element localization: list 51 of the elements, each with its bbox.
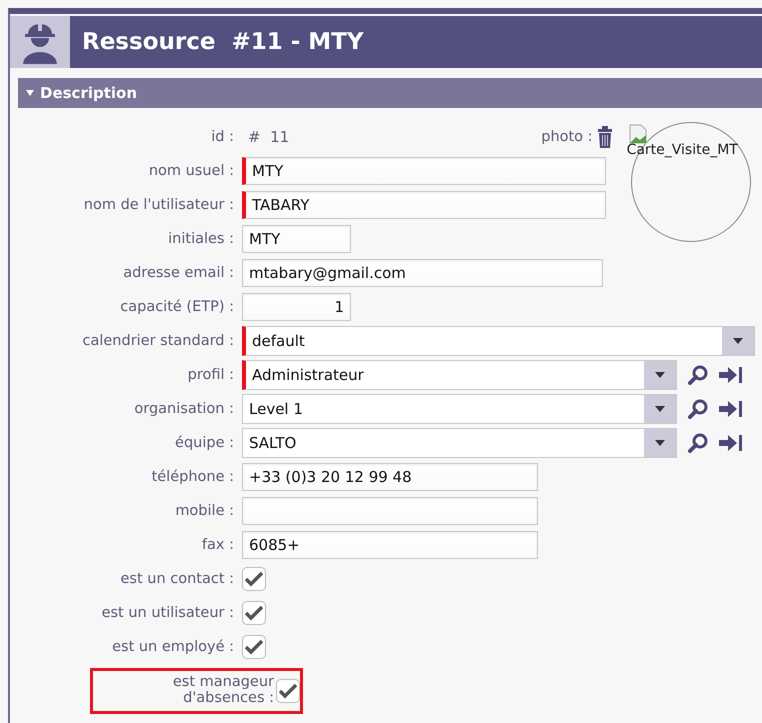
text-field[interactable]: MTY — [242, 157, 606, 185]
dropdown[interactable]: default — [242, 326, 755, 356]
field-label: profil : — [186, 367, 235, 383]
checkbox[interactable] — [242, 635, 266, 659]
dropdown-arrow-icon[interactable] — [733, 338, 743, 344]
arrow-to-bar-icon[interactable] — [719, 434, 743, 452]
photo-label: photo : — [541, 129, 593, 145]
dropdown[interactable]: Level 1 — [242, 394, 677, 424]
field-label: téléphone : — [150, 469, 235, 485]
dropdown-arrow-icon[interactable] — [655, 372, 665, 378]
field-label: mobile : — [174, 503, 235, 519]
checkbox[interactable] — [242, 601, 266, 625]
field-label: calendrier standard : — [82, 333, 235, 349]
text-field[interactable]: MTY — [242, 225, 351, 253]
field-label: est manageur d'absences : — [172, 675, 275, 707]
text-field[interactable]: mtabary@gmail.com — [242, 259, 603, 287]
text-field[interactable] — [242, 497, 538, 525]
field-label: initiales : — [167, 231, 235, 247]
field-label: est un contact : — [119, 571, 235, 587]
text-field[interactable]: +33 (0)3 20 12 99 48 — [242, 463, 538, 491]
search-icon[interactable] — [687, 364, 709, 386]
text-field[interactable]: TABARY — [242, 191, 606, 219]
field-label: nom de l'utilisateur : — [82, 197, 235, 213]
checkbox[interactable] — [242, 567, 266, 591]
photo-alt-text: Carte_Visite_MT — [626, 142, 738, 158]
section-header[interactable]: Description — [18, 78, 762, 108]
arrow-to-bar-icon[interactable] — [719, 366, 743, 384]
dropdown-arrow-icon[interactable] — [655, 406, 665, 412]
trash-icon[interactable] — [596, 126, 613, 148]
collapse-triangle-icon[interactable] — [26, 89, 34, 97]
checkbox[interactable] — [276, 679, 300, 703]
dropdown-arrow-icon[interactable] — [655, 440, 665, 446]
field-label: nom usuel : — [148, 163, 235, 179]
field-label: fax : — [200, 537, 235, 553]
field-label: équipe : — [174, 435, 235, 451]
page-title: Ressource #11 - MTY — [70, 16, 762, 68]
field-label: adresse email : — [122, 265, 235, 281]
dropdown[interactable]: Administrateur — [242, 360, 677, 390]
text-field[interactable]: 1 — [242, 293, 351, 321]
field-label: est un employé : — [111, 639, 235, 655]
field-label: organisation : — [133, 401, 235, 417]
broken-image-icon — [628, 124, 647, 144]
field-label: est un utilisateur : — [100, 605, 235, 621]
text-field[interactable]: 6085+ — [242, 531, 538, 559]
id-value: # 11 — [247, 128, 290, 146]
search-icon[interactable] — [687, 398, 709, 420]
arrow-to-bar-icon[interactable] — [719, 400, 743, 418]
field-label: capacité (ETP) : — [119, 299, 235, 315]
search-icon[interactable] — [687, 432, 709, 454]
field-label: id : — [210, 129, 235, 145]
dropdown[interactable]: SALTO — [242, 428, 677, 458]
